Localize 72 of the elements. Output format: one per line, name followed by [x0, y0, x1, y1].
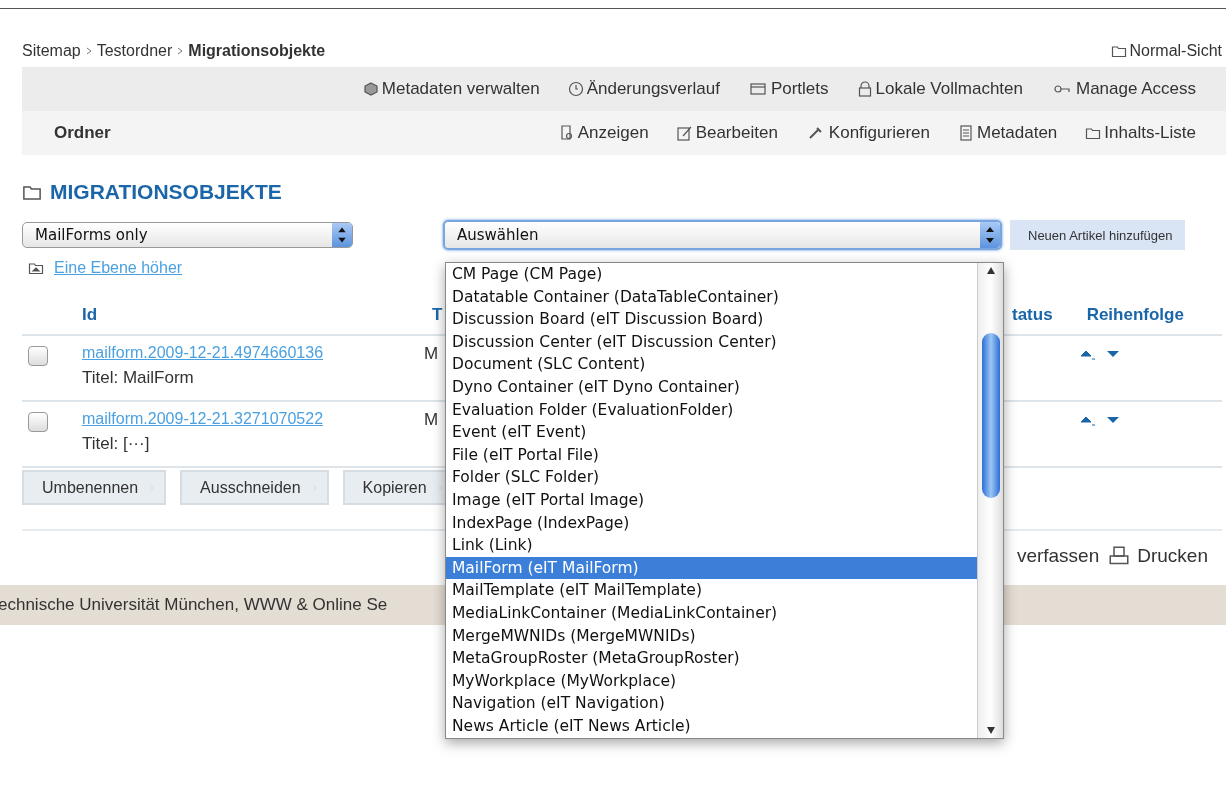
- printer-icon: [1109, 546, 1130, 566]
- scroll-up-icon[interactable]: [985, 266, 996, 276]
- scroll-down-icon[interactable]: [985, 725, 996, 735]
- item-title: Titel: MailForm: [82, 368, 194, 388]
- dropdown-option[interactable]: IndexPage (IndexPage): [446, 511, 977, 535]
- dropdown-option[interactable]: Document (SLC Content): [446, 353, 977, 376]
- dropdown-option[interactable]: CM Page (CM Page): [446, 263, 977, 286]
- compose-link[interactable]: verfassen: [1016, 545, 1100, 567]
- item-title: Titel: [···]: [82, 434, 150, 454]
- table-cell: M: [424, 410, 439, 430]
- toolbar-link[interactable]: Konfigurieren: [805, 123, 930, 143]
- toolbar-link[interactable]: Inhalts-Liste: [1085, 123, 1196, 143]
- add-item-select[interactable]: Auswählen: [443, 220, 1002, 250]
- action-button[interactable]: Ausschneiden: [180, 470, 329, 505]
- column-header[interactable]: Id: [82, 305, 432, 325]
- dropdown-option[interactable]: Evaluation Folder (EvaluationFolder): [446, 398, 977, 422]
- dropdown-option[interactable]: Navigation (eIT Navigation): [446, 692, 977, 715]
- dropdown-option[interactable]: MediaLinkContainer (MediaLinkContainer): [446, 601, 977, 625]
- page-heading: MIGRATIONSOBJEKTE: [50, 180, 282, 204]
- row-checkbox[interactable]: [28, 412, 48, 432]
- stepper-icon: [980, 222, 1000, 248]
- filter-select[interactable]: MailForms only: [22, 222, 353, 248]
- pencil-icon: [676, 125, 693, 141]
- dropdown-option[interactable]: MailTemplate (eIT MailTemplate): [446, 579, 977, 602]
- chevron-icon: [177, 46, 184, 55]
- table-cell: M: [424, 344, 439, 364]
- dropdown-option[interactable]: File (eIT Portal File): [446, 443, 977, 467]
- breadcrumb-link[interactable]: Sitemap: [22, 41, 81, 60]
- toolbar-link[interactable]: Metadaten verwalten: [362, 79, 540, 99]
- row-checkbox[interactable]: [28, 346, 48, 366]
- move-down-icon[interactable]: [1106, 350, 1122, 360]
- scrollbar-thumb[interactable]: [981, 333, 1000, 498]
- dropdown-option[interactable]: Discussion Board (eIT Discussion Board): [446, 308, 977, 331]
- dropdown-option[interactable]: Event (eIT Event): [446, 421, 977, 444]
- dropdown-option[interactable]: Datatable Container (DataTableContainer): [446, 285, 977, 309]
- move-down-icon[interactable]: [1106, 416, 1122, 426]
- toolbar-title: Ordner: [53, 123, 111, 143]
- toolbar-link[interactable]: Bearbeiten: [676, 123, 778, 143]
- folder-up-icon: [26, 260, 46, 276]
- folder-icon: [1085, 125, 1102, 141]
- document-icon: [958, 125, 974, 141]
- dropdown-option[interactable]: News Article (eIT News Article): [446, 714, 977, 738]
- toolbar-link[interactable]: Metadaten: [958, 123, 1058, 143]
- toolbar-link[interactable]: Änderungsverlauf: [567, 79, 720, 99]
- action-button[interactable]: Umbenennen: [22, 470, 167, 505]
- breadcrumb-link[interactable]: Testordner: [96, 41, 173, 60]
- dropdown-option[interactable]: MailForm (eIT MailForm): [446, 556, 977, 580]
- print-link[interactable]: Drucken: [1109, 545, 1208, 567]
- toolbar-link[interactable]: Manage Access: [1051, 79, 1196, 99]
- dropdown-option[interactable]: MyWorkplace (MyWorkplace): [446, 669, 977, 693]
- add-item-button[interactable]: Neuen Artikel hinzufügen: [1010, 220, 1185, 250]
- document-search-icon: [558, 125, 575, 141]
- normal-view-link[interactable]: Normal-Sicht: [1110, 41, 1222, 60]
- clock-icon: [567, 81, 584, 97]
- toolbar-link[interactable]: Anzeigen: [558, 123, 649, 143]
- stepper-icon: [332, 223, 352, 247]
- breadcrumb-link[interactable]: Migrationsobjekte: [188, 41, 326, 60]
- chevron-icon: [85, 46, 92, 55]
- window-icon: [747, 81, 768, 97]
- toolbar-link[interactable]: Portlets: [747, 79, 829, 99]
- column-header[interactable]: tatus: [1012, 305, 1053, 325]
- dropdown-option[interactable]: Discussion Center (eIT Discussion Center): [446, 330, 977, 354]
- dropdown-option[interactable]: MetaGroupRoster (MetaGroupRoster): [446, 647, 977, 670]
- dropdown-option[interactable]: MergeMWNIDs (MergeMWNIDs): [446, 624, 977, 648]
- dropdown-option[interactable]: Dyno Container (eIT Dyno Container): [446, 375, 977, 399]
- toolbar-link[interactable]: Lokale Vollmachten: [856, 79, 1023, 99]
- move-up-icon[interactable]: [1080, 416, 1096, 426]
- column-header[interactable]: Reihenfolge: [1086, 305, 1184, 325]
- dropdown-option[interactable]: Link (Link): [446, 534, 977, 557]
- lock-icon: [856, 81, 873, 97]
- cube-icon: [362, 81, 379, 97]
- move-up-icon[interactable]: [1080, 350, 1096, 360]
